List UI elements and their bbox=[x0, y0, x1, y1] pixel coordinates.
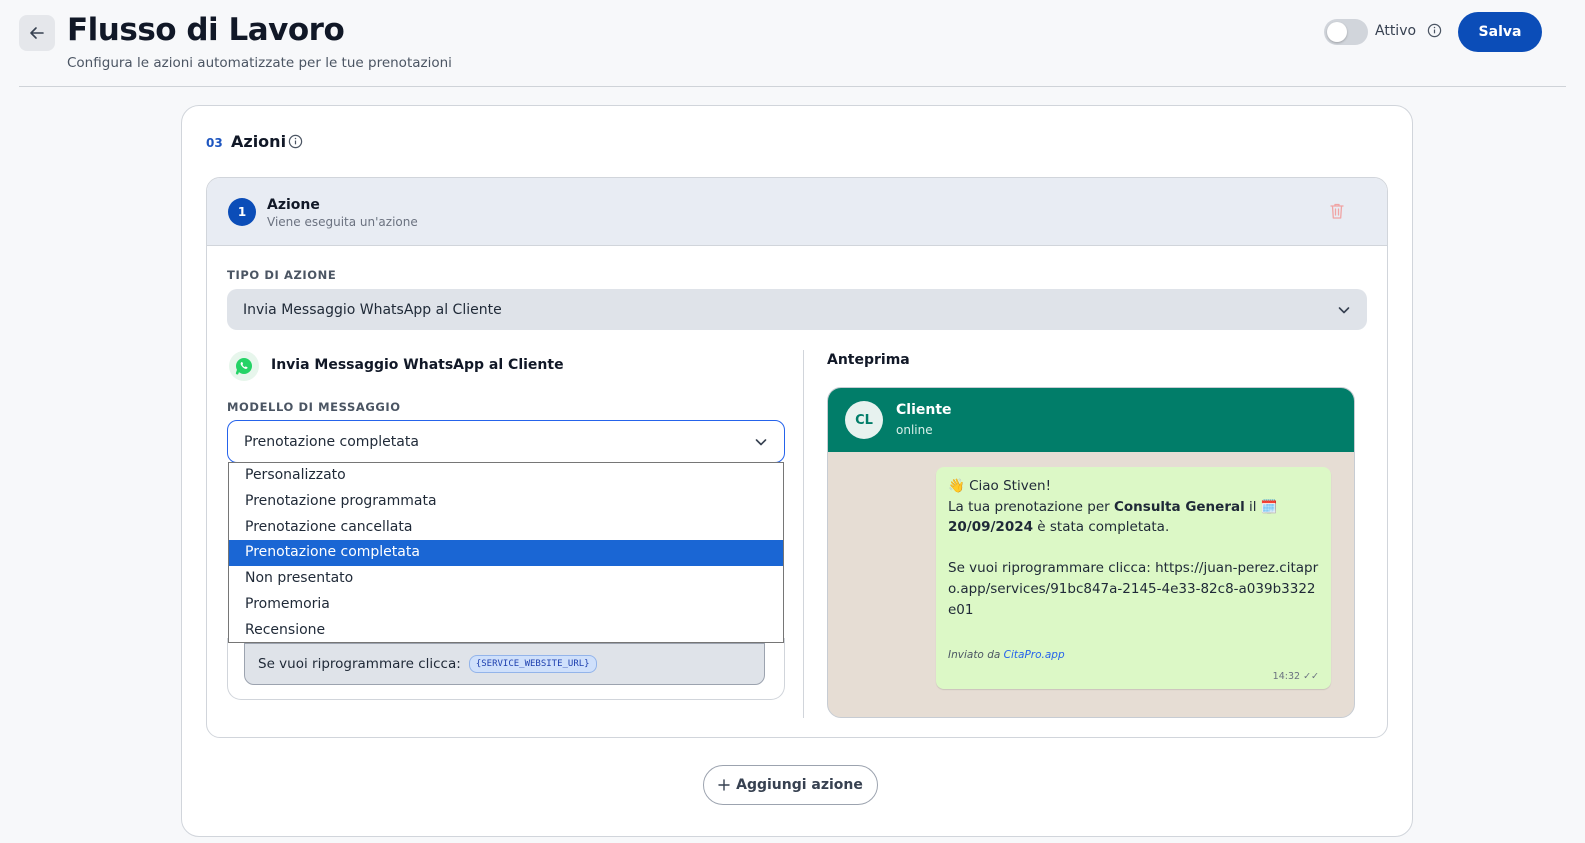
option-promemoria[interactable]: Promemoria bbox=[229, 592, 783, 618]
page-subtitle: Configura le azioni automatizzate per le… bbox=[67, 55, 452, 71]
action-title: Azione bbox=[267, 197, 320, 213]
save-button[interactable]: Salva bbox=[1458, 12, 1542, 52]
plus-icon bbox=[718, 779, 730, 791]
header-divider bbox=[19, 86, 1566, 87]
arrow-left-icon bbox=[30, 27, 44, 39]
message-model-value: Prenotazione completata bbox=[244, 433, 419, 450]
greeting-text: 👋 Ciao Stiven! bbox=[948, 478, 1051, 494]
message-line: Se vuoi riprogrammare clicca: bbox=[258, 656, 461, 672]
contact-status: online bbox=[896, 423, 933, 437]
avatar: CL bbox=[845, 401, 883, 439]
message-model-select[interactable]: Prenotazione completata bbox=[227, 420, 785, 463]
step-number-badge: 1 bbox=[228, 198, 256, 226]
page-title: Flusso di Lavoro bbox=[67, 12, 345, 48]
info-icon[interactable] bbox=[1427, 23, 1442, 38]
booking-text: La tua prenotazione per Consulta General… bbox=[948, 497, 1319, 538]
action-subtitle: Viene eseguita un'azione bbox=[267, 215, 418, 229]
active-toggle[interactable] bbox=[1324, 19, 1368, 45]
message-textarea[interactable]: Se vuoi riprogrammare clicca: {SERVICE_W… bbox=[244, 643, 765, 685]
variable-token[interactable]: {SERVICE_WEBSITE_URL} bbox=[468, 655, 597, 673]
message-bubble: 👋 Ciao Stiven! La tua prenotazione per C… bbox=[936, 467, 1331, 689]
toggle-label: Attivo bbox=[1375, 23, 1417, 39]
action-type-label: TIPO DI AZIONE bbox=[227, 268, 337, 282]
column-divider bbox=[803, 350, 804, 718]
option-prenotazione-cancellata[interactable]: Prenotazione cancellata bbox=[229, 515, 783, 541]
add-action-label: Aggiungi azione bbox=[736, 777, 863, 793]
sent-by: Inviato da CitaPro.app bbox=[948, 645, 1065, 666]
bubble-spacer bbox=[948, 538, 1319, 559]
chevron-down-icon bbox=[755, 439, 767, 446]
booking-text-pre: La tua prenotazione per bbox=[948, 498, 1114, 515]
option-recensione[interactable]: Recensione bbox=[229, 618, 783, 644]
option-personalizzato[interactable]: Personalizzato bbox=[229, 463, 783, 489]
info-icon[interactable] bbox=[288, 134, 303, 149]
action-type-value: Invia Messaggio WhatsApp al Cliente bbox=[243, 301, 502, 318]
add-action-button[interactable]: Aggiungi azione bbox=[703, 765, 878, 805]
toggle-knob bbox=[1327, 22, 1347, 42]
option-prenotazione-completata[interactable]: Prenotazione completata bbox=[229, 540, 783, 567]
page-header: Flusso di Lavoro Configura le azioni aut… bbox=[0, 0, 1585, 88]
booking-text-post: è stata completata. bbox=[1033, 519, 1170, 536]
section-title: Azioni bbox=[231, 132, 287, 151]
message-time: 14:32 ✓✓ bbox=[1272, 671, 1319, 682]
chat-header: CL Cliente online bbox=[828, 388, 1354, 452]
service-name: Consulta General bbox=[1113, 498, 1245, 515]
message-model-label: MODELLO DI MESSAGGIO bbox=[227, 400, 401, 414]
whatsapp-preview: CL Cliente online 👋 Ciao Stiven! La tua … bbox=[827, 387, 1355, 718]
contact-name: Cliente bbox=[896, 402, 952, 418]
action-card: 1 Azione Viene eseguita un'azione TIPO D… bbox=[206, 177, 1388, 738]
option-non-presentato[interactable]: Non presentato bbox=[229, 566, 783, 592]
section-number: 03 bbox=[206, 136, 223, 150]
preview-label: Anteprima bbox=[827, 352, 910, 368]
chevron-down-icon bbox=[1338, 307, 1350, 314]
whatsapp-icon bbox=[229, 351, 259, 381]
reschedule-text: Se vuoi riprogrammare clicca: https://ju… bbox=[948, 560, 1319, 618]
sent-by-prefix: Inviato da bbox=[948, 649, 1004, 661]
action-type-select[interactable]: Invia Messaggio WhatsApp al Cliente bbox=[227, 289, 1367, 330]
booking-date: 20/09/2024 bbox=[948, 519, 1034, 536]
sent-by-link[interactable]: CitaPro.app bbox=[1004, 649, 1065, 661]
booking-text-mid: il 🗓️ bbox=[1244, 498, 1278, 515]
channel-title: Invia Messaggio WhatsApp al Cliente bbox=[271, 357, 564, 373]
option-prenotazione-programmata[interactable]: Prenotazione programmata bbox=[229, 489, 783, 515]
message-model-dropdown: Personalizzato Prenotazione programmata … bbox=[228, 462, 784, 643]
trash-icon[interactable] bbox=[1329, 202, 1345, 220]
back-button[interactable] bbox=[19, 15, 55, 51]
actions-section-card: 03 Azioni 1 Azione Viene eseguita un'azi… bbox=[181, 105, 1413, 837]
action-card-header: 1 Azione Viene eseguita un'azione bbox=[207, 178, 1387, 246]
